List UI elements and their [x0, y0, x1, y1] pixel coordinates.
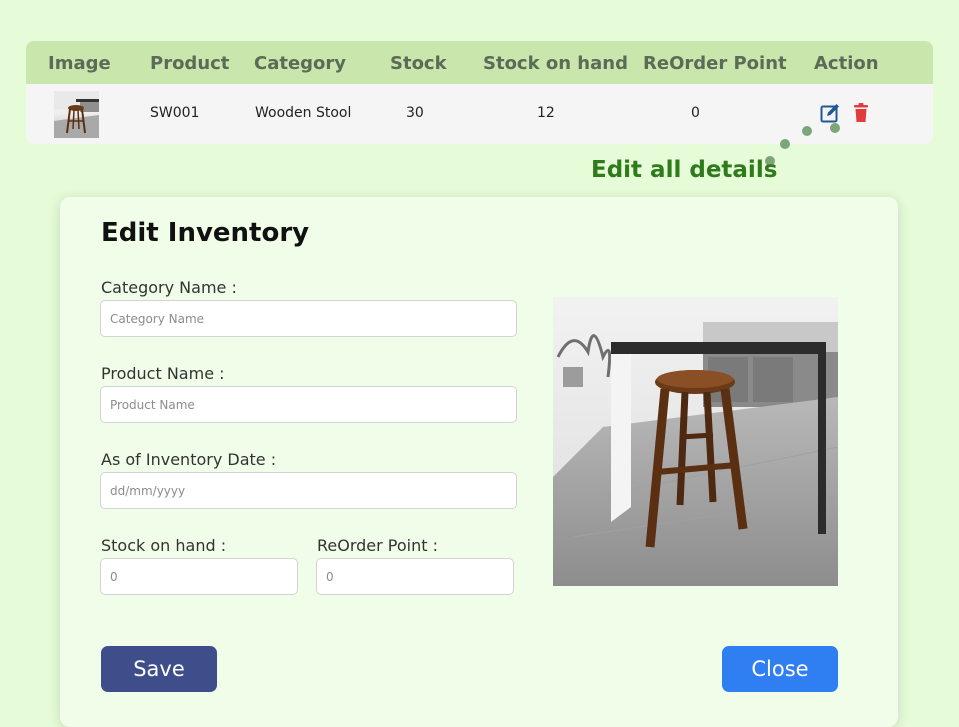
save-button[interactable]: Save [101, 646, 217, 692]
product-thumbnail [54, 91, 99, 138]
product-image [553, 297, 838, 586]
column-header-image: Image [48, 53, 111, 74]
cell-category: Wooden Stool [255, 105, 352, 121]
edit-inventory-modal: Edit Inventory Category Name : Product N… [60, 197, 898, 727]
trash-icon[interactable] [850, 102, 872, 124]
column-header-reorder-point: ReOrder Point [643, 53, 787, 74]
callout-dot [830, 123, 840, 133]
column-header-product: Product [150, 53, 230, 74]
cell-reorder-point: 0 [691, 105, 700, 121]
column-header-stock: Stock [390, 53, 447, 74]
reorder-point-label: ReOrder Point : [317, 536, 438, 555]
inventory-table: Image Product Category Stock Stock on ha… [26, 41, 933, 144]
cell-stock: 30 [406, 105, 424, 121]
close-button[interactable]: Close [722, 646, 838, 692]
cell-product: SW001 [150, 105, 200, 121]
category-name-input[interactable] [100, 300, 517, 337]
edit-details-callout: Edit all details [591, 157, 778, 183]
product-name-input[interactable] [100, 386, 517, 423]
product-name-label: Product Name : [101, 364, 225, 383]
table-header: Image Product Category Stock Stock on ha… [26, 41, 933, 84]
inventory-date-input[interactable] [100, 472, 517, 509]
stock-on-hand-label: Stock on hand : [101, 536, 227, 555]
stock-on-hand-input[interactable] [100, 558, 298, 595]
column-header-stock-on-hand: Stock on hand [483, 53, 628, 74]
category-name-label: Category Name : [101, 278, 237, 297]
table-row: SW001 Wooden Stool 30 12 0 [26, 84, 933, 144]
callout-dot [780, 139, 790, 149]
inventory-date-label: As of Inventory Date : [101, 450, 277, 469]
reorder-point-input[interactable] [316, 558, 514, 595]
cell-stock-on-hand: 12 [537, 105, 555, 121]
edit-icon[interactable] [819, 102, 841, 124]
column-header-category: Category [254, 53, 347, 74]
modal-title: Edit Inventory [101, 218, 310, 248]
callout-dot [802, 126, 812, 136]
column-header-action: Action [814, 53, 879, 74]
